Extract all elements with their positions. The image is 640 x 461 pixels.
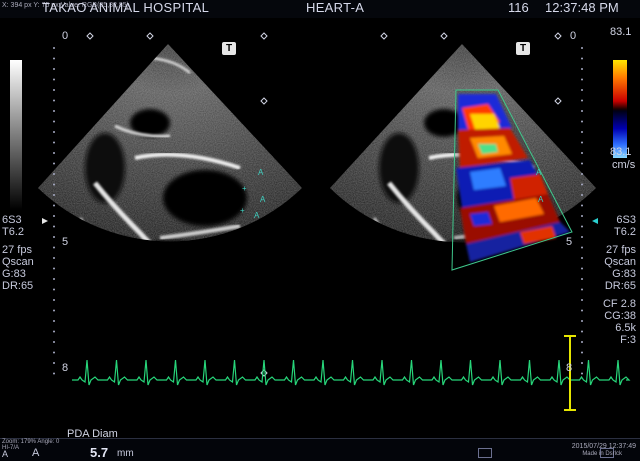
velocity-unit: cm/s [612, 159, 636, 171]
param-fps: 27 fps [606, 244, 636, 256]
depth-label-8-left: 8 [62, 362, 69, 374]
svg-text:A: A [258, 168, 264, 177]
ultrasound-image-area: + + A A A A A 0 5 8 0 5 8 T T 83.1 83.1 … [0, 18, 640, 440]
param-cg: CG:38 [604, 310, 636, 322]
depth-label-0-left: 0 [62, 30, 69, 42]
depth-label-8-right: 8 [566, 362, 573, 374]
param-probe: 6S3 [616, 214, 636, 226]
grayscale-bar [10, 60, 22, 210]
param-tis: T6.2 [613, 226, 636, 238]
depth-label-0-right: 0 [570, 30, 577, 42]
param-mode: Qscan [604, 256, 636, 268]
frame-number: 116 [508, 0, 529, 15]
velocity-color-bar [613, 60, 627, 158]
transducer-orientation-badge-left: T [222, 42, 236, 55]
param-gain: G:83 [612, 268, 636, 280]
param-dr: DR:65 [604, 280, 636, 292]
param-fps: 27 fps [2, 244, 32, 256]
study-date: 2015/07/29 12:37:49 [571, 443, 636, 450]
left-bmode-sector: + + A A A [38, 44, 302, 242]
param-gain: G:83 [2, 268, 26, 280]
param-probe: 6S3 [2, 214, 22, 226]
focus-marker-right [592, 218, 598, 224]
focus-marker-left [42, 218, 48, 224]
measurement-value: 5.7 [90, 445, 109, 460]
right-color-doppler-sector: A A [330, 44, 596, 271]
status-icon [478, 448, 492, 458]
depth-label-5-right: 5 [566, 236, 573, 248]
svg-text:A: A [260, 195, 266, 204]
header-bar: X: 394 px Y: 75 px Value: RGB(85,82,85) … [0, 0, 640, 18]
echo-scan-svg: + + A A A A A [38, 32, 631, 411]
param-tis: T6.2 [2, 226, 25, 238]
svg-text:+: + [242, 184, 247, 193]
param-cf: CF 2.8 [602, 298, 636, 310]
measurement-marker: A [32, 447, 40, 459]
param-filter: F:3 [620, 334, 636, 346]
svg-text:A: A [536, 168, 542, 177]
hospital-name: TAKAO ANIMAL HOSPITAL [42, 0, 210, 15]
left-parameters: 6S3 T6.2 27 fps Qscan G:83 DR:65 [2, 214, 34, 292]
param-mode: Qscan [2, 256, 34, 268]
right-parameters: 6S3 T6.2 27 fps Qscan G:83 DR:65 CF 2.8 … [603, 214, 636, 346]
measurement-unit: mm [117, 448, 134, 459]
svg-text:A: A [538, 195, 544, 204]
param-freq: 6.5k [615, 322, 636, 334]
depth-label-5-left: 5 [62, 236, 69, 248]
origin-info: Made in Dsrlck [582, 451, 622, 457]
velocity-scale-top: 83.1 [610, 26, 632, 38]
svg-text:A: A [254, 211, 260, 220]
preset-name: HEART-A [306, 0, 365, 15]
transducer-orientation-badge-right: T [516, 42, 530, 55]
param-dr: DR:65 [2, 280, 34, 292]
svg-text:+: + [240, 206, 245, 215]
clock-time: 12:37:48 PM [545, 0, 619, 15]
marker-letter: A [2, 449, 9, 459]
ecg-trace [72, 359, 631, 386]
footer-bar: Zoom: 179% Angle: 0 HI-7/A A A 5.7 mm 20… [0, 438, 640, 461]
velocity-scale-bottom: 83.1 [610, 146, 632, 158]
